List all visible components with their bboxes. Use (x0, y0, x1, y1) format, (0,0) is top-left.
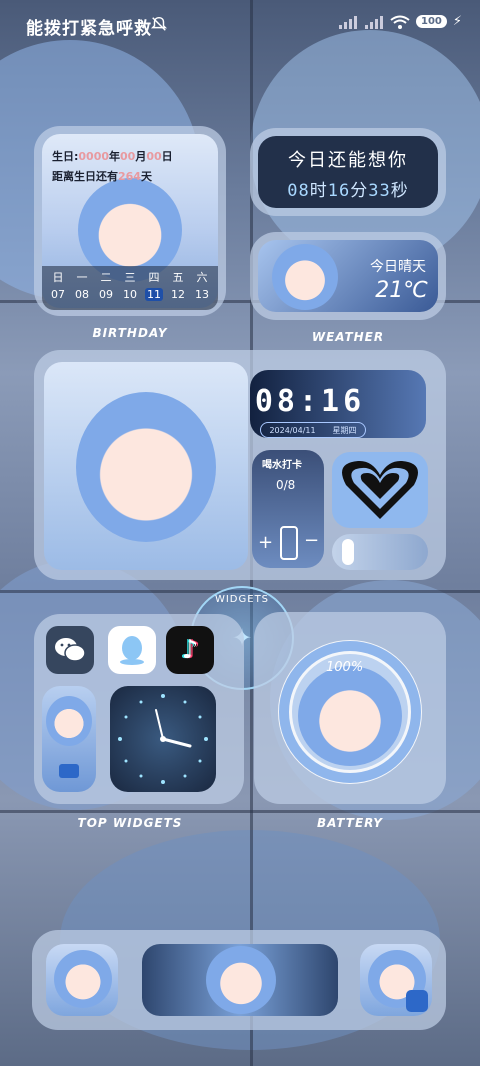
charging-icon: ⚡ (452, 14, 462, 29)
weekday-row: 日一二三四五六 (42, 266, 218, 285)
water-title: 喝水打卡 (262, 460, 302, 471)
heart-icon (342, 460, 418, 519)
top-widgets-panel: ♪ (34, 614, 244, 804)
dock-image-right[interactable] (360, 944, 432, 1016)
anime-character-image (76, 392, 216, 542)
remove-water-button[interactable]: − (304, 530, 319, 551)
character-image (44, 362, 248, 570)
carrier-text: 能拨打紧急呼救 (26, 19, 152, 39)
wechat-icon (55, 638, 86, 662)
weekday-label: 六 (196, 271, 208, 284)
clock-app[interactable] (110, 686, 216, 792)
tiktok-icon: ♪ (181, 635, 199, 665)
water-count: 0/8 (276, 478, 296, 492)
time-text-widget[interactable]: 今日还能想你 08时16分33秒 (250, 128, 446, 216)
battery-percent: 100% (326, 660, 364, 675)
anime-character-image (298, 666, 402, 766)
weekday-label: 五 (172, 271, 184, 284)
calendar-date[interactable]: 10 (121, 288, 139, 301)
dock (32, 930, 446, 1030)
qq-app[interactable] (108, 626, 156, 674)
bottle-icon (280, 526, 298, 560)
weather-condition: 今日晴天 (370, 259, 426, 275)
birthday-caption: BIRTHDAY (92, 326, 168, 340)
paint-icon (406, 990, 428, 1012)
character-widget-panel[interactable]: 08:16 2024/04/11 星期四 喝水打卡 0/8 + − (34, 350, 446, 580)
weekday-label: 日 (52, 271, 64, 284)
calendar-date[interactable]: 08 (73, 288, 91, 301)
birthday-date-line: 生日:0000年00月00日 (52, 150, 173, 163)
birthday-countdown-line: 距离生日还有264天 (52, 170, 152, 183)
top-widgets-caption: TOP WIDGETS (77, 816, 183, 830)
anime-character-image (206, 946, 276, 1014)
add-water-button[interactable]: + (258, 532, 273, 553)
calendar-date[interactable]: 13 (193, 288, 211, 301)
wechat-app[interactable] (46, 626, 94, 674)
wifi-icon (390, 15, 410, 29)
clock-date-bar: 2024/04/11 星期四 (260, 422, 366, 438)
anime-character-image (46, 696, 92, 746)
camera-app[interactable] (42, 686, 96, 792)
digital-clock-widget[interactable]: 08:16 2024/04/11 星期四 (250, 370, 426, 438)
mute-bell-icon (150, 16, 168, 31)
weekday-label: 一 (76, 271, 88, 284)
battery-icon: 100 (415, 15, 447, 28)
weather-temperature: 21℃ (375, 278, 428, 303)
battery-widget[interactable]: 100% (254, 612, 446, 804)
analog-clock-icon (118, 694, 208, 784)
toggle-switch[interactable] (342, 539, 354, 565)
weather-image: 今日晴天 21℃ (258, 240, 438, 312)
dock-image-left[interactable] (46, 944, 118, 1016)
water-tracker-widget[interactable]: 喝水打卡 0/8 + − (252, 450, 324, 568)
anime-character-image (272, 244, 338, 310)
weather-caption: WEATHER (311, 330, 385, 344)
tiktok-app[interactable]: ♪ (166, 626, 214, 674)
widgets-label: WIDGETS (214, 594, 270, 605)
camera-icon (59, 764, 79, 778)
battery-caption: BATTERY (317, 816, 383, 830)
date-row: 07 08 09 10 11 12 13 (42, 285, 218, 301)
birthday-widget[interactable]: 生日:0000年00月00日 距离生日还有264天 日一二三四五六 07 08 09… (34, 126, 226, 316)
weekday-label: 三 (124, 271, 136, 284)
calendar-date[interactable]: 11 (145, 288, 163, 301)
time-text-panel: 今日还能想你 08时16分33秒 (258, 136, 438, 208)
signal-icon (338, 15, 357, 29)
status-bar: 能拨打紧急呼救 100 ⚡ (0, 0, 480, 48)
qq-penguin-icon (120, 636, 144, 665)
signal-icon (364, 15, 383, 29)
time-greeting: 今日还能想你 (288, 150, 408, 171)
calendar-date[interactable]: 12 (169, 288, 187, 301)
weekday-label: 二 (100, 271, 112, 284)
weather-widget[interactable]: 今日晴天 21℃ (250, 232, 446, 320)
time-readout: 08时16分33秒 (287, 181, 409, 201)
calendar-date[interactable]: 09 (97, 288, 115, 301)
clock-digits: 08:16 (254, 384, 366, 419)
heart-widget[interactable] (332, 452, 428, 528)
anime-character-image (54, 950, 112, 1008)
toggle-widget[interactable] (332, 534, 428, 570)
week-calendar: 日一二三四五六 07 08 09 10 11 12 13 (42, 266, 218, 310)
weekday-label: 四 (148, 271, 160, 284)
calendar-date[interactable]: 07 (49, 288, 67, 301)
dock-image-center[interactable] (142, 944, 338, 1016)
